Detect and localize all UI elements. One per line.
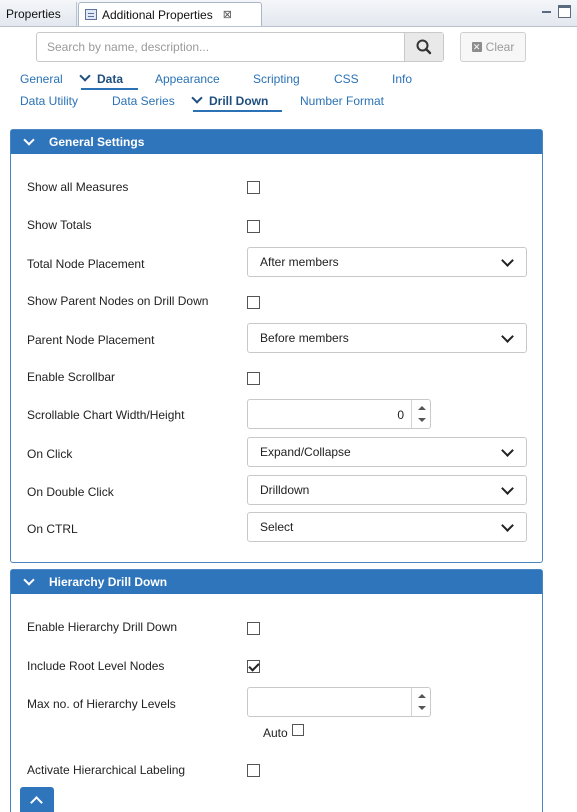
search-button[interactable] (404, 33, 443, 61)
spinner-arrows[interactable] (411, 400, 430, 428)
show-totals-checkbox[interactable] (247, 220, 260, 233)
on-double-click-select[interactable]: Drilldown (247, 475, 527, 505)
tab-drill-down[interactable]: Drill Down (191, 92, 269, 108)
select-value: Expand/Collapse (260, 445, 351, 459)
on-click-select[interactable]: Expand/Collapse (247, 437, 527, 467)
tab-scripting[interactable]: Scripting (253, 72, 300, 86)
select-value: After members (260, 255, 339, 269)
include-root-checkbox[interactable] (247, 660, 260, 673)
select-value: Before members (260, 331, 349, 345)
hierarchical-labeling-label: Activate Hierarchical Labeling (27, 763, 186, 777)
spinner-down-icon[interactable] (418, 706, 426, 710)
spinner-value: 0 (397, 408, 404, 422)
show-all-measures-label: Show all Measures (27, 180, 129, 194)
show-totals-label: Show Totals (27, 218, 92, 232)
tab-data[interactable]: Data (79, 70, 124, 86)
view-tab-bar: Properties Additional Properties ⊠ (0, 0, 577, 27)
max-levels-spinner[interactable] (247, 687, 431, 717)
scrollable-size-spinner[interactable]: 0 (247, 399, 431, 429)
enable-scrollbar-label: Enable Scrollbar (27, 370, 116, 384)
view-tab-label: Properties (6, 7, 61, 21)
max-levels-label: Max no. of Hierarchy Levels (27, 697, 176, 711)
spinner-arrows[interactable] (411, 688, 430, 716)
tab-number-format[interactable]: Number Format (300, 94, 384, 108)
chevron-down-icon (23, 574, 35, 586)
on-double-click-label: On Double Click (27, 485, 114, 499)
enable-scrollbar-checkbox[interactable] (247, 372, 260, 385)
hierarchy-drill-down-header[interactable]: Hierarchy Drill Down (11, 570, 542, 594)
auto-checkbox[interactable] (292, 724, 304, 736)
tab-data-utility[interactable]: Data Utility (20, 94, 78, 108)
chevron-down-icon (501, 254, 514, 267)
chevron-down-icon (501, 330, 514, 343)
include-root-label: Include Root Level Nodes (27, 659, 165, 673)
auto-label: Auto (263, 726, 288, 740)
tab-label: Data (97, 72, 124, 86)
close-icon[interactable]: ⊠ (223, 8, 232, 21)
chevron-down-icon (501, 482, 514, 495)
chevron-down-icon (501, 444, 514, 457)
tab-appearance[interactable]: Appearance (155, 72, 220, 86)
clear-label: Clear (485, 40, 515, 54)
total-node-placement-label: Total Node Placement (27, 257, 145, 271)
search-input[interactable] (37, 33, 405, 61)
on-click-label: On Click (27, 447, 73, 461)
on-ctrl-select[interactable]: Select (247, 512, 527, 542)
search-icon (416, 39, 432, 55)
minimize-icon[interactable] (540, 5, 553, 18)
spinner-up-icon[interactable] (418, 406, 426, 410)
tab-data-underline (81, 88, 138, 90)
spinner-up-icon[interactable] (418, 694, 426, 698)
view-tab-properties[interactable]: Properties (0, 2, 77, 26)
general-settings-header[interactable]: General Settings (11, 130, 542, 154)
enable-hierarchy-checkbox[interactable] (247, 622, 260, 635)
chevron-down-icon (79, 70, 91, 82)
tab-general[interactable]: General (20, 72, 63, 86)
scroll-to-top-button[interactable] (20, 787, 54, 812)
hierarchy-drill-down-panel: Hierarchy Drill Down Enable Hierarchy Dr… (10, 569, 543, 812)
view-tab-additional-properties[interactable]: Additional Properties ⊠ (78, 2, 262, 26)
on-ctrl-label: On CTRL (27, 522, 78, 536)
parent-node-placement-select[interactable]: Before members (247, 323, 527, 353)
view-tab-label: Additional Properties (102, 7, 213, 22)
chevron-down-icon (191, 92, 203, 104)
show-all-measures-checkbox[interactable] (247, 181, 260, 194)
chevron-down-icon (23, 134, 35, 146)
clear-icon: ✕ (471, 42, 482, 52)
tab-label: Drill Down (209, 94, 269, 108)
parent-node-placement-label: Parent Node Placement (27, 333, 155, 347)
enable-hierarchy-label: Enable Hierarchy Drill Down (27, 620, 178, 634)
panel-title: Hierarchy Drill Down (49, 575, 168, 589)
tab-css[interactable]: CSS (334, 72, 359, 86)
scrollable-size-label: Scrollable Chart Width/Height (27, 408, 185, 422)
maximize-icon[interactable] (558, 5, 571, 18)
general-settings-panel: General Settings Show all Measures Show … (10, 129, 543, 563)
tab-info[interactable]: Info (392, 72, 412, 86)
show-parent-nodes-checkbox[interactable] (247, 296, 260, 309)
panel-title: General Settings (49, 135, 145, 149)
select-value: Drilldown (260, 483, 310, 497)
table-icon (85, 9, 97, 20)
chevron-down-icon (501, 519, 514, 532)
search-box (36, 32, 444, 62)
total-node-placement-select[interactable]: After members (247, 247, 527, 277)
select-value: Select (260, 520, 294, 534)
spinner-down-icon[interactable] (418, 418, 426, 422)
tab-drill-down-underline (193, 110, 282, 112)
tab-data-series[interactable]: Data Series (112, 94, 175, 108)
show-parent-nodes-label: Show Parent Nodes on Drill Down (27, 294, 209, 308)
clear-button[interactable]: ✕ Clear (460, 32, 526, 62)
hierarchical-labeling-checkbox[interactable] (247, 764, 260, 777)
